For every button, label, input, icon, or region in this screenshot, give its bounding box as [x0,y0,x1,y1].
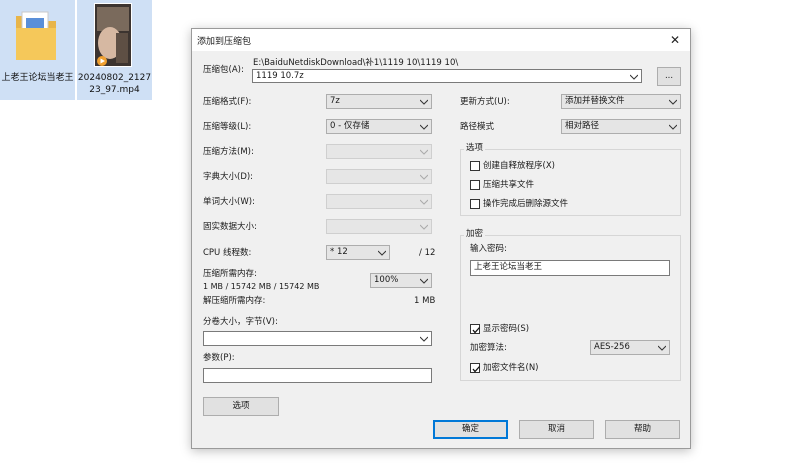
mem-comp-label: 压缩所需内存: [203,269,257,279]
method-combo[interactable] [326,144,432,159]
dict-label: 字典大小(D): [203,172,254,182]
method-label: 压缩方法(M): [203,147,254,157]
chevron-down-icon [420,124,428,130]
params-label: 参数(P): [203,353,235,363]
sfx-label: 创建自释放程序(X) [483,161,555,171]
encrypt-names-label: 加密文件名(N) [483,363,539,373]
chevron-down-icon [420,336,428,342]
update-value: 添加并替换文件 [565,96,625,106]
format-value: 7z [330,96,340,106]
archive-name-value: 1119 10.7z [256,71,304,81]
mem-comp-detail: 1 MB / 15742 MB / 15742 MB [203,282,320,291]
format-label: 压缩格式(F): [203,97,252,107]
enc-method-combo[interactable]: AES-256 [590,340,670,355]
chevron-down-icon [420,149,428,155]
dict-combo[interactable] [326,169,432,184]
chevron-down-icon [420,278,428,284]
checkmark-icon [472,366,480,373]
level-combo[interactable]: 0 - 仅存储 [326,119,432,134]
params-input[interactable] [203,368,432,383]
dialog-title: 添加到压缩包 [197,37,252,47]
desktop-folder[interactable]: 上老王论坛当老王 [0,0,75,100]
chevron-down-icon [630,74,638,80]
level-label: 压缩等级(L): [203,122,252,132]
chevron-down-icon [658,345,666,351]
archive-name-combo[interactable]: 1119 10.7z [252,69,642,83]
path-mode-value: 相对路径 [565,121,600,131]
update-label: 更新方式(U): [460,97,510,107]
chevron-down-icon [420,99,428,105]
browse-button[interactable]: ... [657,67,681,86]
word-label: 单词大小(W): [203,197,255,207]
split-label: 分卷大小，字节(V): [203,317,278,327]
add-to-archive-dialog: 添加到压缩包 ✕ 压缩包(A): E:\BaiduNetdiskDownload… [191,28,691,449]
chevron-down-icon [669,99,677,105]
help-button[interactable]: 帮助 [605,420,680,439]
video-label: 20240802_212723_97.mp4 [77,73,152,95]
update-combo[interactable]: 添加并替换文件 [561,94,681,109]
solid-combo[interactable] [326,219,432,234]
path-mode-label: 路径模式 [460,122,495,132]
chevron-down-icon [420,174,428,180]
chevron-down-icon [420,224,428,230]
cpu-combo[interactable]: * 12 [326,245,390,260]
folder-icon [16,11,56,60]
cpu-value: * 12 [330,247,348,257]
ok-button[interactable]: 确定 [433,420,508,439]
split-combo[interactable] [203,331,432,346]
cpu-label: CPU 线程数: [203,248,252,258]
encryption-group [460,235,681,381]
enc-method-label: 加密算法: [470,343,507,353]
path-mode-combo[interactable]: 相对路径 [561,119,681,134]
mem-percent-value: 100% [374,275,399,285]
video-thumbnail-icon [94,3,132,67]
archive-label: 压缩包(A): [203,65,244,75]
chevron-down-icon [420,199,428,205]
cancel-button[interactable]: 取消 [519,420,594,439]
password-label: 输入密码: [470,244,507,254]
options-group-title: 选项 [464,143,486,154]
password-value: 上老王论坛当老王 [474,262,543,272]
mem-percent-combo[interactable]: 100% [370,273,432,288]
mem-decomp-label: 解压缩所需内存: [203,296,266,306]
word-combo[interactable] [326,194,432,209]
cpu-max: / 12 [419,248,436,258]
checkmark-icon [472,327,480,334]
encryption-group-title: 加密 [464,229,486,240]
level-value: 0 - 仅存储 [330,121,370,131]
archive-path: E:\BaiduNetdiskDownload\补1\1119 10\1119 … [253,58,459,68]
password-input[interactable]: 上老王论坛当老王 [470,260,670,276]
enc-method-value: AES-256 [594,342,630,352]
show-password-label: 显示密码(S) [483,324,530,334]
chevron-down-icon [378,250,386,256]
format-combo[interactable]: 7z [326,94,432,109]
title-bar: 添加到压缩包 ✕ [192,29,690,51]
delete-after-label: 操作完成后删除源文件 [483,199,569,209]
shared-label: 压缩共享文件 [483,180,535,190]
chevron-down-icon [669,124,677,130]
mem-decomp-value: 1 MB [414,296,436,306]
folder-label: 上老王论坛当老王 [1,73,74,83]
options-button[interactable]: 选项 [203,397,279,416]
solid-label: 固实数据大小: [203,222,257,232]
desktop-video-file[interactable]: 20240802_212723_97.mp4 [77,0,152,100]
close-icon[interactable]: ✕ [660,29,690,51]
